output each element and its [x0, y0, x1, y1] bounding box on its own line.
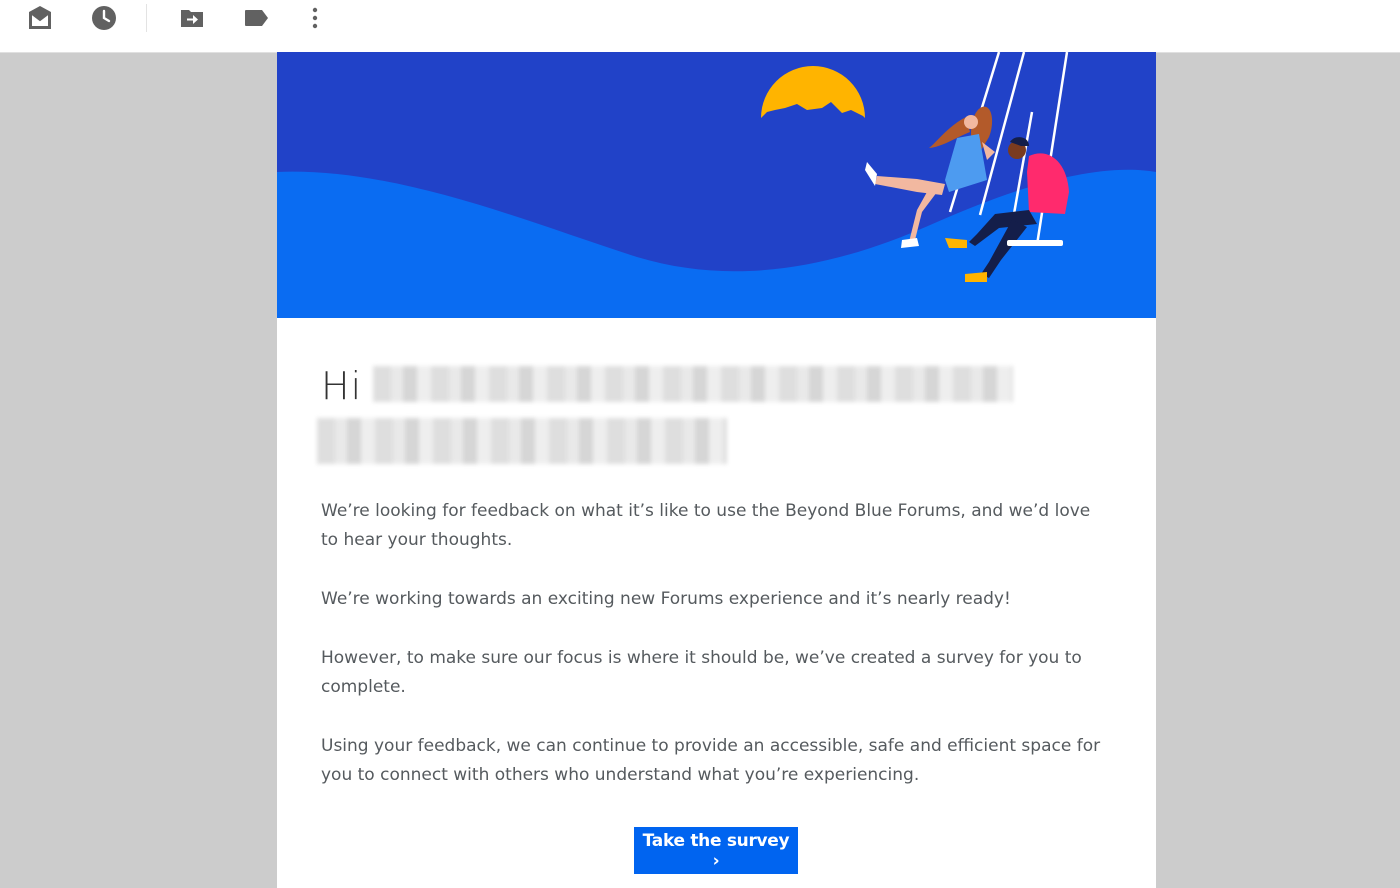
label-tag-icon — [245, 10, 268, 26]
mark-unread-button[interactable] — [24, 2, 56, 34]
snooze-clock-icon — [92, 6, 116, 30]
email-toolbar — [0, 0, 1400, 53]
body-paragraph-4: Using your feedback, we can continue to … — [321, 736, 1101, 785]
more-vertical-icon — [312, 7, 318, 29]
snooze-button[interactable] — [88, 2, 120, 34]
body-paragraph-3: However, to make sure our focus is where… — [321, 648, 1082, 697]
body-paragraph-1: We’re looking for feedback on what it’s … — [321, 501, 1091, 550]
redacted-name — [373, 366, 1013, 402]
more-options-button[interactable] — [299, 2, 331, 34]
label-button[interactable] — [240, 2, 272, 34]
move-to-button[interactable] — [176, 2, 208, 34]
move-to-icon — [181, 10, 203, 27]
greeting-text: Hi — [321, 364, 363, 408]
email-body: Hi We’re looking for feedback on what it… — [277, 52, 1156, 888]
toolbar-divider — [146, 4, 147, 32]
hero-illustration — [277, 52, 1156, 318]
take-survey-button[interactable]: Take the survey › — [634, 827, 798, 874]
redacted-name-line-2 — [317, 418, 727, 464]
mark-unread-icon — [29, 6, 51, 29]
body-paragraph-2: We’re working towards an exciting new Fo… — [321, 589, 1011, 609]
